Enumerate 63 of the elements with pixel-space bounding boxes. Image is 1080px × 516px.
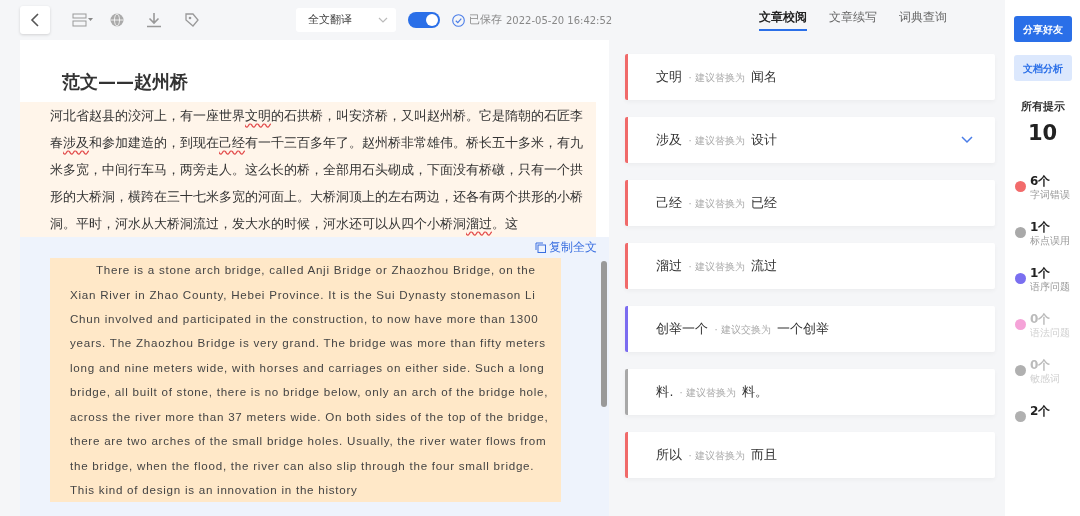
original-word: 创举一个 [656, 319, 709, 338]
translate-toggle[interactable] [408, 12, 440, 28]
suggestion-hint: · 建议替换为 [688, 70, 745, 85]
download-icon[interactable] [146, 12, 162, 28]
suggestion-card[interactable]: 己经 · 建议替换为 已经 [625, 180, 995, 226]
category-count: 6个 [1030, 175, 1052, 188]
copy-all-link[interactable]: 复制全文 [535, 239, 598, 257]
original-word: 文明 [656, 67, 683, 86]
layout-icon[interactable] [72, 13, 94, 27]
suggestion-hint: · 建议替换为 [688, 448, 745, 463]
globe-icon[interactable] [110, 13, 124, 27]
check-circle-icon [452, 13, 465, 27]
replacement-word: 而且 [750, 445, 777, 464]
suggestion-card[interactable]: 文明 · 建议替换为 闻名 [625, 54, 995, 100]
category-label: 语序问题 [1030, 280, 1070, 293]
original-word: 所以 [656, 445, 683, 464]
mode-select[interactable]: 全文翻译 [296, 8, 396, 32]
tag-icon[interactable] [184, 12, 200, 28]
category-count: 2个 [1030, 405, 1051, 418]
tab[interactable]: 文章校阅 [759, 9, 807, 31]
suggestion-hint: · 建议交换为 [714, 322, 771, 337]
save-status: 已保存 [469, 11, 502, 28]
analysis-button[interactable]: 文档分析 [1013, 55, 1072, 81]
suggestion-card[interactable]: 所以 · 建议替换为 而且 [625, 432, 995, 478]
suggestion-hint: · 建议替换为 [688, 259, 745, 274]
suggestion-card[interactable]: 溜过 · 建议替换为 流过 [625, 243, 995, 289]
scrollbar-thumb[interactable] [601, 261, 608, 407]
suggestion-card[interactable]: 料. · 建议替换为 料。 [625, 369, 995, 415]
category-label: 字词错误 [1030, 188, 1070, 201]
chinese-paragraph: 河北省赵县的洨河上，有一座世界文明的石拱桥，叫安济桥，又叫赵州桥。它是隋朝的石匠李春涉及和参加建造的，到现在己经有一千三百多年了。赵州桥非常雄伟。桥长五十多米，有九米多宽，中间行车马，两旁走人。这么长的桥，全部用石头砌成，下面没有桥礅，只有一个拱形的大桥洞，横跨在三十七米多宽的河面上。大桥洞顶上的左右两边，还各有两个拱形的小桥洞。平时，河水从大桥洞流过，发大水的时候，河水还可以从四个小桥洞溜过。这 [20, 102, 597, 237]
tab[interactable]: 词典查询 [899, 9, 947, 31]
back-button[interactable] [20, 6, 50, 34]
replacement-word: 已经 [750, 193, 777, 212]
original-word: 溜过 [656, 256, 683, 275]
share-button[interactable]: 分享好友 [1013, 16, 1072, 42]
suggestion-hint: · 建议替换为 [688, 196, 745, 211]
category-label: 标点误用 [1030, 234, 1070, 247]
original-word: 涉及 [656, 130, 683, 149]
suggestion-hint: · 建议替换为 [688, 133, 745, 148]
replacement-word: 闻名 [750, 67, 777, 86]
save-time: 2022-05-20 16:42:52 [506, 13, 613, 28]
original-word: 料. [656, 382, 674, 401]
copy-icon [535, 242, 547, 254]
suggestion-card[interactable]: 涉及 · 建议替换为 设计 [625, 117, 995, 163]
suggestion-hint: · 建议替换为 [679, 385, 736, 400]
total-label: 所有提示 [1020, 99, 1065, 115]
category-count: 0个 [1030, 359, 1052, 372]
caret-down-icon [378, 17, 388, 23]
replacement-word: 流过 [750, 256, 777, 275]
document-title: 范文——赵州桥 [61, 70, 189, 94]
replacement-word: 料。 [741, 382, 768, 401]
chevron-left-icon [30, 13, 40, 27]
total-count: 10 [1027, 119, 1058, 147]
english-paragraph: There is a stone arch bridge, called Anji Bridge or Zhaozhou Bridge, on the Xian River in Zhao County, Hebei Province. It is the Sui Dynasty stonemason Li Chun involved and participated in the construction, to now have more than 1300 years. The Zhaozhou Bridge is very grand. The bridge was more than fifty meters long and nine meters wide, with horses and carriages on either side. Such a long bridge, all built of stone, there is no bridge below, only an arch of the bridge hole, across the river more than 37 meters wide. On both sides of the top of the bridge, there are two arches of the small bridge holes. Usually, the river water flows from the bridge, when the flood, the river can also slip through the four small bridge. This kind of design is an innovation in the history [50, 258, 562, 503]
category-count: 1个 [1030, 267, 1052, 280]
tab[interactable]: 文章续写 [829, 9, 877, 31]
chevron-down-icon[interactable] [961, 136, 973, 144]
suggestion-card[interactable]: 创举一个 · 建议交换为 一个创举 [625, 306, 995, 352]
replacement-word: 设计 [750, 130, 777, 149]
category-count: 1个 [1030, 221, 1052, 234]
original-word: 己经 [656, 193, 683, 212]
category-count: 0个 [1030, 313, 1052, 326]
replacement-word: 一个创举 [776, 319, 829, 338]
